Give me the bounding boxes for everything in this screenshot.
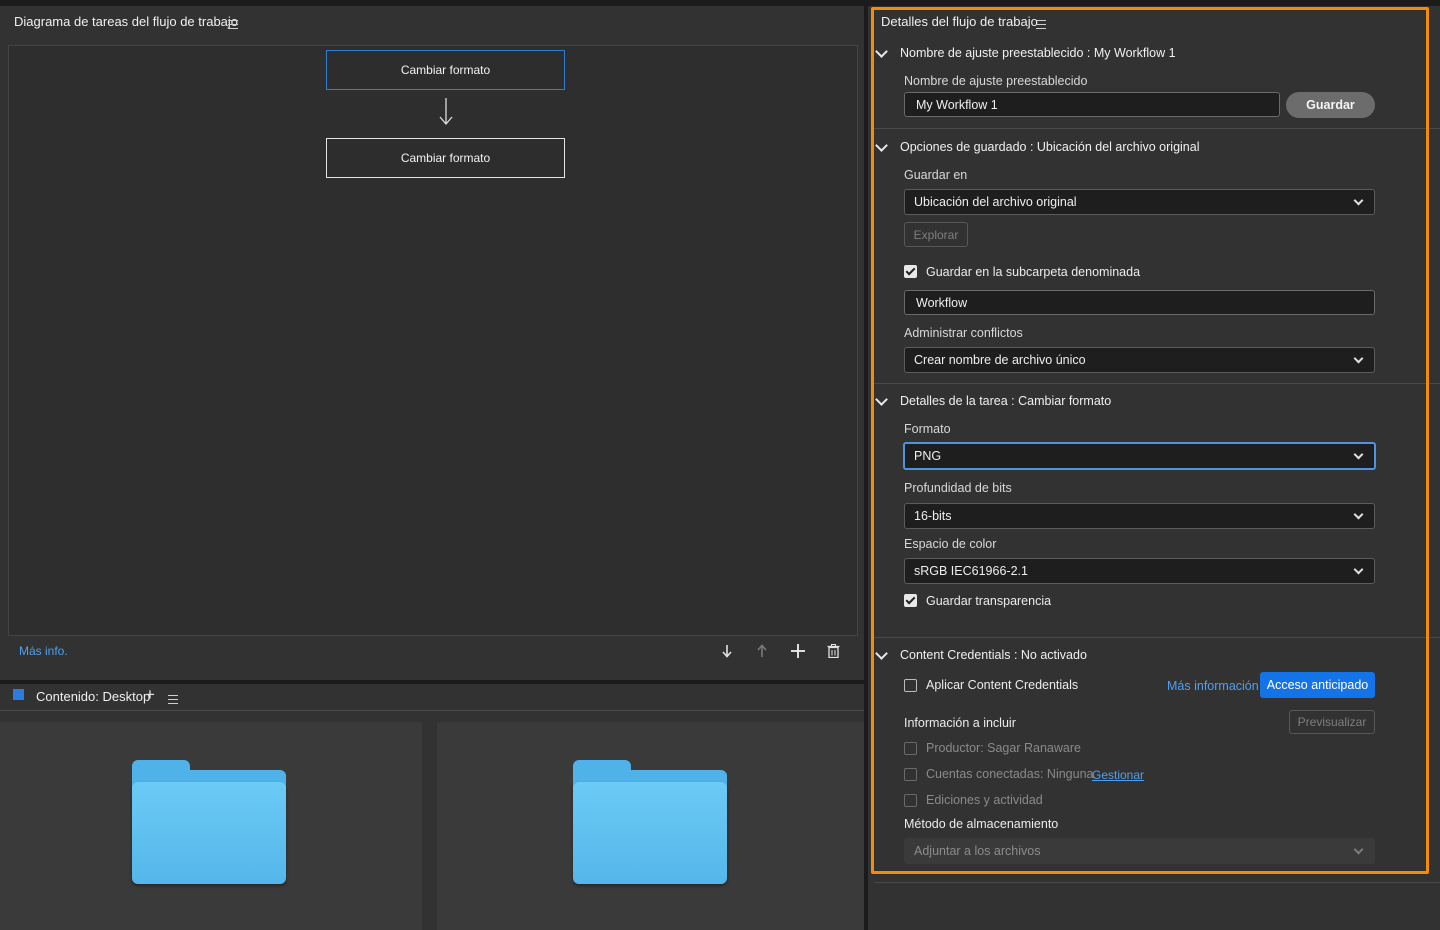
content-menu-icon[interactable]: [168, 695, 178, 704]
arrow-up-icon: [757, 644, 767, 657]
section-divider: [874, 383, 1440, 384]
content-tile-2[interactable]: [437, 722, 864, 930]
format-label: Formato: [904, 422, 951, 436]
preset-name-label: Nombre de ajuste preestablecido: [904, 74, 1088, 88]
chevron-down-icon: [1353, 564, 1364, 574]
workflow-diagram-title: Diagrama de tareas del flujo de trabajo: [14, 14, 239, 29]
content-divider: [0, 710, 864, 711]
producer-label: Productor: Sagar Ranaware: [926, 741, 1081, 755]
color-space-select[interactable]: sRGB IEC61966-2.1: [904, 558, 1375, 584]
workflow-details-panel: Detalles del flujo de trabajo Nombre de …: [868, 6, 1440, 930]
workflow-node-1[interactable]: Cambiar formato: [326, 50, 565, 90]
bit-depth-value: 16-bits: [914, 509, 952, 523]
subfolder-checkbox-label: Guardar en la subcarpeta denominada: [926, 265, 1141, 279]
workflow-details-title: Detalles del flujo de trabajo: [881, 14, 1038, 29]
subfolder-name-input[interactable]: Workflow: [904, 290, 1375, 315]
save-preset-button[interactable]: Guardar: [1286, 92, 1375, 118]
browse-button[interactable]: Explorar: [904, 222, 968, 247]
transparency-checkbox-label: Guardar transparencia: [926, 594, 1052, 608]
section-divider: [874, 128, 1440, 129]
delete-task-button[interactable]: [823, 641, 843, 661]
chevron-down-icon[interactable]: [875, 393, 888, 406]
content-panel-title: Contenido: Desktop: [36, 689, 151, 704]
chevron-down-icon: [1353, 353, 1364, 363]
edits-activity-checkbox[interactable]: [904, 794, 917, 807]
manage-link[interactable]: Gestionar: [1092, 768, 1144, 782]
trash-icon: [827, 644, 839, 658]
info-include-label: Información a incluir: [904, 716, 1016, 730]
color-space-label: Espacio de color: [904, 537, 997, 551]
storage-method-label: Método de almacenamiento: [904, 817, 1059, 831]
format-select[interactable]: PNG: [903, 442, 1376, 470]
plus-icon: [791, 644, 805, 658]
storage-method-select[interactable]: Adjuntar a los archivos: [904, 838, 1375, 864]
conflicts-select[interactable]: Crear nombre de archivo único: [904, 347, 1375, 373]
workflow-canvas[interactable]: Cambiar formato Cambiar formato: [8, 45, 858, 636]
subfolder-name-value: Workflow: [916, 295, 968, 310]
save-in-label: Guardar en: [904, 168, 968, 182]
preset-name-value: My Workflow 1: [916, 97, 998, 112]
bottom-divider: [874, 882, 1440, 883]
credentials-more-info-link[interactable]: Más información: [1167, 679, 1259, 693]
content-tile-1[interactable]: [0, 722, 422, 930]
connected-accounts-label: Cuentas conectadas: Ninguna: [926, 767, 1094, 781]
color-space-value: sRGB IEC61966-2.1: [914, 564, 1028, 578]
chevron-down-icon[interactable]: [875, 45, 888, 58]
preset-name-input[interactable]: My Workflow 1: [904, 92, 1280, 117]
panel-color-icon: [13, 689, 24, 700]
details-menu-icon[interactable]: [1036, 20, 1046, 29]
save-in-value: Ubicación del archivo original: [914, 195, 1077, 209]
save-in-select[interactable]: Ubicación del archivo original: [904, 189, 1375, 215]
bit-depth-label: Profundidad de bits: [904, 481, 1012, 495]
producer-checkbox[interactable]: [904, 742, 917, 755]
edits-activity-label: Ediciones y actividad: [926, 793, 1043, 807]
chevron-down-icon[interactable]: [875, 139, 888, 152]
task-details-header[interactable]: Detalles de la tarea : Cambiar formato: [900, 394, 1111, 408]
chevron-down-icon: [1353, 844, 1364, 854]
apply-credentials-label: Aplicar Content Credentials: [926, 678, 1079, 692]
move-up-button[interactable]: [752, 641, 772, 661]
folder-icon: [132, 760, 286, 884]
add-task-button[interactable]: [788, 641, 808, 661]
chevron-down-icon[interactable]: [875, 647, 888, 660]
add-content-icon[interactable]: +: [145, 685, 155, 705]
conflicts-label: Administrar conflictos: [904, 326, 1023, 340]
folder-icon: [573, 760, 727, 884]
storage-method-value: Adjuntar a los archivos: [914, 844, 1041, 858]
chevron-down-icon: [1353, 509, 1364, 519]
apply-credentials-checkbox[interactable]: [904, 679, 917, 692]
preview-button[interactable]: Previsualizar: [1289, 710, 1375, 734]
arrow-down-icon: [439, 98, 453, 125]
transparency-checkbox[interactable]: [904, 594, 917, 607]
section-divider: [874, 637, 1440, 638]
connected-accounts-checkbox[interactable]: [904, 768, 917, 781]
chevron-down-icon: [1353, 449, 1364, 459]
workflow-diagram-panel: Diagrama de tareas del flujo de trabajo …: [0, 6, 864, 680]
early-access-button[interactable]: Acceso anticipado: [1260, 672, 1375, 698]
bit-depth-select[interactable]: 16-bits: [904, 503, 1375, 529]
more-info-link[interactable]: Más info.: [19, 644, 68, 658]
workflow-node-label: Cambiar formato: [400, 63, 491, 77]
content-panel: Contenido: Desktop +: [0, 684, 864, 930]
arrow-down-icon: [722, 645, 732, 658]
panel-menu-icon[interactable]: [228, 20, 238, 29]
save-options-header[interactable]: Opciones de guardado : Ubicación del arc…: [900, 140, 1200, 154]
chevron-down-icon: [1353, 195, 1364, 205]
conflicts-value: Crear nombre de archivo único: [914, 353, 1086, 367]
move-down-button[interactable]: [717, 641, 737, 661]
format-value: PNG: [914, 449, 942, 463]
workflow-node-label: Cambiar formato: [400, 151, 491, 165]
subfolder-checkbox[interactable]: [904, 265, 917, 278]
workflow-node-2[interactable]: Cambiar formato: [326, 138, 565, 178]
credentials-header[interactable]: Content Credentials : No activado: [900, 648, 1087, 662]
preset-section-header[interactable]: Nombre de ajuste preestablecido : My Wor…: [900, 46, 1176, 60]
